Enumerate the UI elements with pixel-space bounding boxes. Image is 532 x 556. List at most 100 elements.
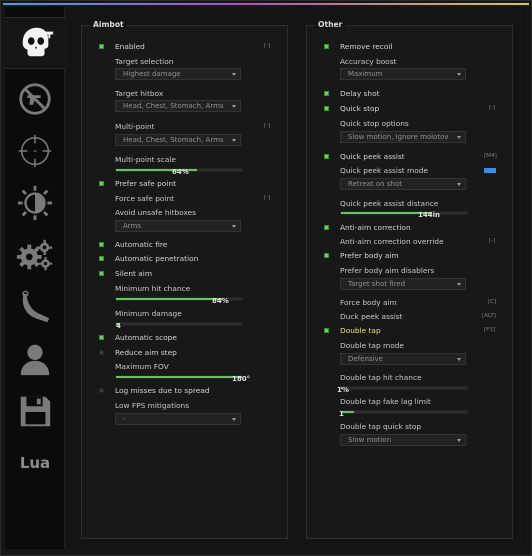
quick-stop-checkbox[interactable] <box>324 106 329 111</box>
double-tap-fake-lag-limit-value: 1 <box>339 410 344 418</box>
double-tap-hit-chance-value: 1% <box>337 386 349 394</box>
low-fps-dropdown[interactable]: - <box>115 413 241 425</box>
multi-point-dropdown[interactable]: Head, Chest, Stomach, Arms <box>115 134 241 146</box>
tab-antiaim[interactable] <box>5 73 65 125</box>
target-selection-dropdown[interactable]: Highest damage <box>115 68 241 80</box>
tab-config[interactable] <box>5 385 65 437</box>
double-tap-hotkey[interactable]: [F3] <box>484 327 495 333</box>
low-fps-value: - <box>123 415 126 423</box>
anti-aim-correction-checkbox[interactable] <box>324 225 329 230</box>
force-body-aim-hotkey[interactable]: [C] <box>488 299 496 305</box>
tab-legit[interactable] <box>5 125 65 177</box>
maximum-fov-value: 180° <box>232 375 251 383</box>
quick-stop-options-dropdown[interactable]: Slow motion, Ignore molotov <box>340 131 466 143</box>
brightness-icon <box>17 185 53 221</box>
sidebar: Lua <box>5 7 66 549</box>
quick-stop-hotkey[interactable]: [-] <box>489 105 495 111</box>
chevron-down-icon <box>457 439 461 442</box>
chevron-down-icon <box>457 183 461 186</box>
remove-recoil-label: Remove recoil <box>340 42 393 51</box>
automatic-fire-checkbox[interactable] <box>99 242 104 247</box>
minimum-damage-value: 4 <box>116 322 121 330</box>
tab-visuals[interactable] <box>5 177 65 229</box>
multi-point-value: Head, Chest, Stomach, Arms <box>123 136 224 144</box>
quick-peek-assist-distance-label: Quick peek assist distance <box>340 199 439 208</box>
double-tap-hit-chance-label: Double tap hit chance <box>340 373 422 382</box>
target-hitbox-value: Head, Chest, Stomach, Arms <box>123 102 224 110</box>
maximum-fov-label: Maximum FOV <box>115 362 169 371</box>
double-tap-checkbox[interactable] <box>324 328 329 333</box>
prefer-body-aim-checkbox[interactable] <box>324 253 329 258</box>
double-tap-mode-dropdown[interactable]: Defensive <box>340 353 466 365</box>
chevron-down-icon <box>232 418 236 421</box>
minimum-damage-slider[interactable] <box>115 322 243 326</box>
minimum-hit-chance-label: Minimum hit chance <box>115 284 191 293</box>
force-safe-point-label: Force safe point <box>115 194 175 203</box>
log-misses-checkbox[interactable] <box>99 388 104 393</box>
quick-peek-assist-label: Quick peek assist <box>340 152 405 161</box>
low-fps-label: Low FPS mitigations <box>115 401 190 410</box>
silent-aim-checkbox[interactable] <box>99 271 104 276</box>
skull-gun-icon <box>22 27 53 57</box>
reduce-aim-step-checkbox[interactable] <box>99 350 104 355</box>
reduce-aim-step-label: Reduce aim step <box>115 348 177 357</box>
quick-stop-options-value: Slow motion, Ignore molotov <box>348 133 449 141</box>
prefer-safe-point-label: Prefer safe point <box>115 179 177 188</box>
quick-stop-options-label: Quick stop options <box>340 119 409 128</box>
lua-label: Lua <box>19 454 51 472</box>
chevron-down-icon <box>457 73 461 76</box>
double-tap-hit-chance-slider[interactable] <box>340 386 468 390</box>
enabled-checkbox[interactable] <box>99 44 104 49</box>
prefer-body-aim-disablers-dropdown[interactable]: Target shot fired <box>340 278 466 290</box>
automatic-penetration-label: Automatic penetration <box>115 254 199 263</box>
quick-peek-assist-mode-value: Retreat on shot <box>348 180 402 188</box>
double-tap-quick-stop-dropdown[interactable]: Slow motion <box>340 434 466 446</box>
tab-skins[interactable] <box>5 281 65 333</box>
chevron-down-icon <box>232 225 236 228</box>
tab-lua[interactable]: Lua <box>5 437 65 489</box>
tab-players[interactable] <box>5 333 65 385</box>
automatic-penetration-checkbox[interactable] <box>99 256 104 261</box>
duck-peek-assist-hotkey[interactable]: [ALT] <box>482 313 496 319</box>
quick-peek-assist-checkbox[interactable] <box>324 154 329 159</box>
multi-point-hotkey[interactable]: [-] <box>264 123 270 129</box>
double-tap-fake-lag-limit-slider[interactable] <box>340 410 468 414</box>
target-hitbox-dropdown[interactable]: Head, Chest, Stomach, Arms <box>115 100 241 112</box>
anti-aim-override-hotkey[interactable]: [-] <box>489 238 495 244</box>
force-safe-point-hotkey[interactable]: [-] <box>264 195 270 201</box>
tab-ragebot[interactable] <box>5 17 66 69</box>
target-selection-label: Target selection <box>115 57 174 66</box>
automatic-scope-checkbox[interactable] <box>99 335 104 340</box>
double-tap-quick-stop-label: Double tap quick stop <box>340 422 422 431</box>
slider-fill <box>116 376 242 378</box>
prefer-body-aim-disablers-value: Target shot fired <box>348 280 406 288</box>
accent-gradient-bar <box>3 3 529 5</box>
quick-peek-color-swatch[interactable] <box>484 168 496 173</box>
aimbot-panel: Aimbot Enabled [-] Target selection High… <box>81 20 288 539</box>
anti-aim-correction-label: Anti-aim correction <box>340 223 411 232</box>
enabled-hotkey[interactable]: [-] <box>264 43 270 49</box>
maximum-fov-slider[interactable] <box>115 375 243 379</box>
quick-peek-assist-mode-label: Quick peek assist mode <box>340 166 429 175</box>
remove-recoil-checkbox[interactable] <box>324 44 329 49</box>
minimum-hit-chance-value: 84% <box>212 297 229 305</box>
automatic-fire-label: Automatic fire <box>115 240 168 249</box>
accuracy-boost-value: Maximum <box>348 70 383 78</box>
quick-peek-assist-distance-slider[interactable] <box>340 211 468 215</box>
prefer-safe-point-checkbox[interactable] <box>99 181 104 186</box>
quick-peek-assist-mode-dropdown[interactable]: Retreat on shot <box>340 178 466 190</box>
tab-misc[interactable] <box>5 229 65 281</box>
target-hitbox-label: Target hitbox <box>115 89 164 98</box>
delay-shot-label: Delay shot <box>340 89 380 98</box>
accuracy-boost-label: Accuracy boost <box>340 57 397 66</box>
quick-peek-assist-hotkey[interactable]: [M4] <box>484 153 497 159</box>
multi-point-scale-value: 64% <box>172 168 189 176</box>
delay-shot-checkbox[interactable] <box>324 91 329 96</box>
accuracy-boost-dropdown[interactable]: Maximum <box>340 68 466 80</box>
prefer-body-aim-disablers-label: Prefer body aim disablers <box>340 266 435 275</box>
crosshair-icon <box>18 134 52 168</box>
avoid-unsafe-hitboxes-dropdown[interactable]: Arms <box>115 220 241 232</box>
double-tap-quick-stop-value: Slow motion <box>348 436 392 444</box>
double-tap-mode-value: Defensive <box>348 355 383 363</box>
quick-peek-assist-distance-value: 144in <box>418 211 440 219</box>
